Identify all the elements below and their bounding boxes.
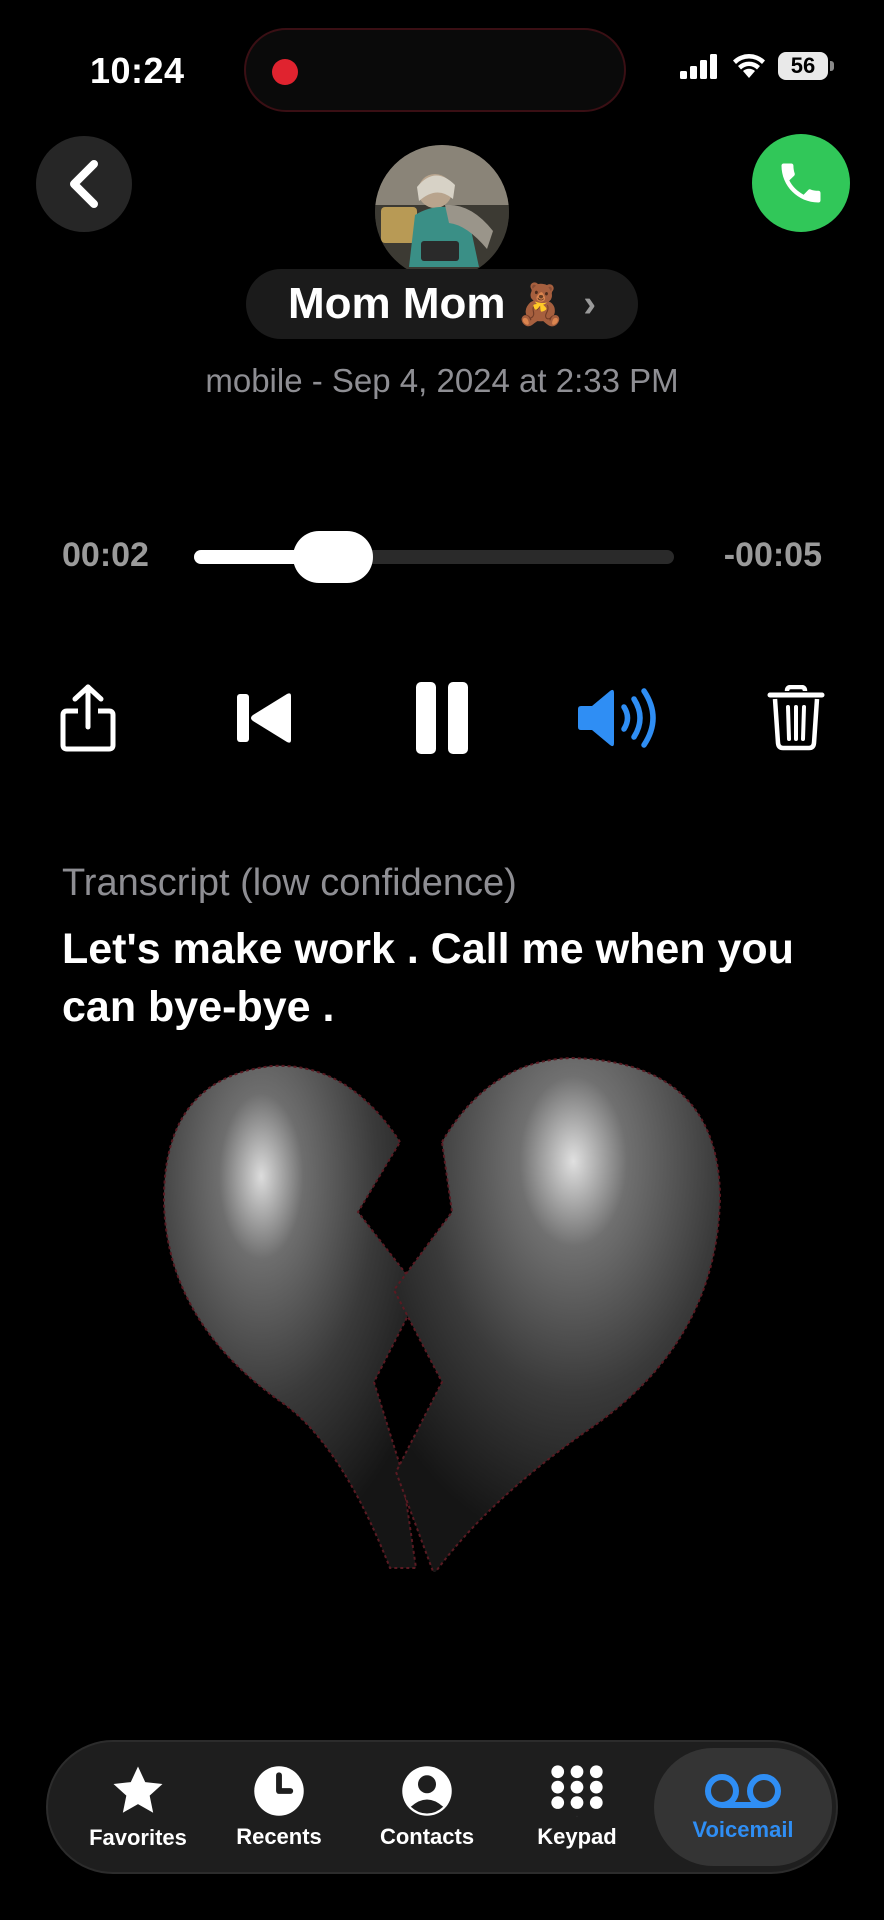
tab-voicemail[interactable]: Voicemail — [654, 1748, 832, 1866]
cellular-signal-icon — [680, 54, 717, 79]
tab-keypad[interactable]: Keypad — [522, 1742, 632, 1872]
avatar-photo — [375, 145, 509, 279]
tab-contacts[interactable]: Contacts — [366, 1742, 488, 1872]
speaker-icon — [578, 688, 656, 748]
status-time: 10:24 — [90, 50, 185, 91]
rewind-icon — [237, 693, 291, 743]
battery-icon: 56 — [778, 52, 834, 80]
voicemail-meta: mobile - Sep 4, 2024 at 2:33 PM — [205, 362, 679, 399]
pause-button[interactable] — [410, 676, 474, 760]
tab-label: Contacts — [379, 1824, 475, 1849]
speaker-button[interactable] — [574, 676, 664, 760]
scrubber-thumb[interactable] — [293, 531, 374, 583]
rewind-button[interactable] — [234, 676, 296, 760]
tab-label: Recents — [236, 1824, 322, 1849]
back-button[interactable] — [36, 136, 132, 232]
playback-scrubber[interactable] — [194, 531, 674, 583]
teddy-bear-emoji: 🧸 — [515, 282, 566, 327]
transcript-text: Let's make work . Call me when you can b… — [62, 925, 794, 1031]
share-button[interactable] — [56, 676, 120, 760]
contact-name: Mom Mom — [288, 279, 506, 328]
call-back-button[interactable] — [752, 134, 850, 232]
battery-level: 56 — [790, 53, 816, 78]
tab-label: Keypad — [537, 1824, 617, 1849]
chevron-right-icon: › — [583, 282, 596, 325]
chevron-left-icon — [70, 160, 98, 208]
share-icon — [60, 684, 116, 752]
trash-icon — [767, 685, 825, 751]
tab-recents[interactable]: Recents — [222, 1742, 336, 1872]
star-icon — [113, 1766, 163, 1813]
keypad-icon — [551, 1765, 603, 1817]
wifi-icon — [733, 54, 765, 78]
phone-icon — [781, 163, 821, 203]
tab-label: Favorites — [89, 1825, 187, 1850]
remaining-time: -00:05 — [723, 536, 822, 574]
status-icons: 56 — [680, 52, 834, 80]
delete-button[interactable] — [766, 676, 826, 760]
contact-avatar[interactable] — [375, 145, 509, 279]
pause-icon — [416, 682, 468, 754]
tab-label: Voicemail — [692, 1817, 794, 1842]
elapsed-time: 00:02 — [62, 536, 149, 574]
voicemail-icon — [705, 1774, 781, 1808]
tab-favorites[interactable]: Favorites — [76, 1742, 200, 1872]
transcript-label: Transcript (low confidence) — [62, 862, 517, 904]
dynamic-island — [244, 28, 626, 112]
tab-bar: Favorites Recents Contacts Keypad Voicem… — [46, 1740, 838, 1874]
clock-icon — [254, 1766, 304, 1816]
contact-name-pill[interactable]: Mom Mom 🧸 › — [246, 269, 638, 339]
person-icon — [402, 1766, 452, 1816]
recording-indicator — [272, 59, 298, 85]
broken-heart-image — [162, 1056, 722, 1572]
